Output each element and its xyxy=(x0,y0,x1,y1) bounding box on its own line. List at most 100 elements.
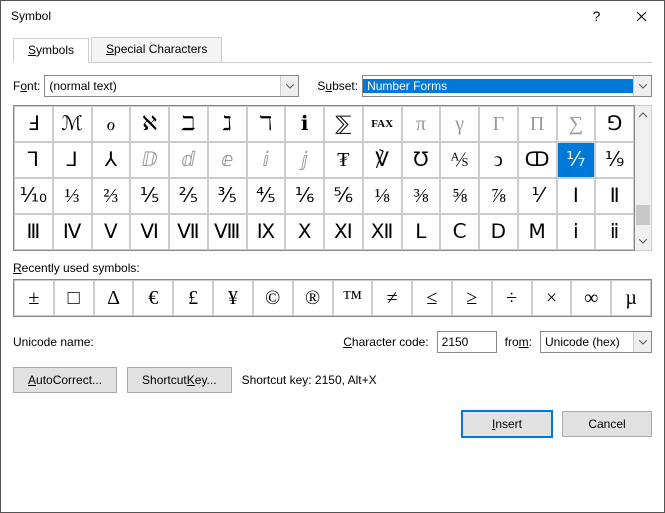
symbol-cell[interactable]: ⅂ xyxy=(14,142,53,178)
insert-button[interactable]: Insert xyxy=(462,411,552,437)
recent-cell[interactable]: ® xyxy=(293,280,333,316)
charcode-input[interactable]: 2150 xyxy=(437,331,497,353)
symbol-cell[interactable]: Ⅶ xyxy=(169,214,208,250)
font-combo[interactable]: (normal text) xyxy=(44,75,299,97)
scroll-track[interactable] xyxy=(635,123,651,233)
symbol-cell[interactable]: ⅀ xyxy=(324,106,363,142)
recent-cell[interactable]: £ xyxy=(173,280,213,316)
symbol-cell[interactable]: ℹ xyxy=(285,106,324,142)
recent-cell[interactable]: ÷ xyxy=(492,280,532,316)
symbol-cell[interactable]: ⅖ xyxy=(169,178,208,214)
symbol-cell[interactable]: ⅐ xyxy=(557,142,596,178)
symbol-cell[interactable]: Γ xyxy=(479,106,518,142)
cancel-button[interactable]: Cancel xyxy=(562,411,652,437)
recent-cell[interactable]: © xyxy=(253,280,293,316)
shortcut-key-button[interactable]: Shortcut Key... xyxy=(127,367,232,393)
symbol-cell[interactable]: ⅗ xyxy=(208,178,247,214)
recent-grid[interactable]: ±□Δ€£¥©®™≠≤≥÷×∞µ xyxy=(13,279,652,317)
symbol-cell[interactable]: Ⅲ xyxy=(14,214,53,250)
from-combo[interactable]: Unicode (hex) xyxy=(540,331,652,353)
close-button[interactable] xyxy=(619,1,664,31)
symbol-cell[interactable]: ⅉ xyxy=(285,142,324,178)
scroll-up-icon[interactable] xyxy=(635,106,651,123)
symbol-cell[interactable]: Ⅻ xyxy=(363,214,402,250)
symbol-cell[interactable]: Ⅸ xyxy=(247,214,286,250)
symbol-cell[interactable]: ⅔ xyxy=(92,178,131,214)
symbol-cell[interactable]: ⅄ xyxy=(92,142,131,178)
symbol-cell[interactable]: Ⅳ xyxy=(53,214,92,250)
symbol-cell[interactable]: ⅁ xyxy=(595,106,634,142)
symbol-cell[interactable]: ⅞ xyxy=(479,178,518,214)
symbol-cell[interactable]: ⅇ xyxy=(208,142,247,178)
symbol-cell[interactable]: ⅒ xyxy=(14,178,53,214)
recent-cell[interactable]: ≠ xyxy=(372,280,412,316)
symbol-cell[interactable]: ⅛ xyxy=(363,178,402,214)
symbol-cell[interactable]: ∑ xyxy=(557,106,596,142)
symbol-cell[interactable]: ⅟ xyxy=(518,178,557,214)
tab-symbols[interactable]: Symbols xyxy=(13,38,89,63)
recent-cell[interactable]: ≥ xyxy=(452,280,492,316)
symbol-cell[interactable]: Ⅽ xyxy=(440,214,479,250)
symbol-cell[interactable]: π xyxy=(402,106,441,142)
symbol-cell[interactable]: Ⅰ xyxy=(557,178,596,214)
symbol-cell[interactable]: Ⅴ xyxy=(92,214,131,250)
symbol-cell[interactable]: Ⅱ xyxy=(595,178,634,214)
symbol-cell[interactable]: ↀ xyxy=(518,142,557,178)
recent-cell[interactable]: Δ xyxy=(94,280,134,316)
symbol-cell[interactable]: FAX xyxy=(363,106,402,142)
title-bar: Symbol ? xyxy=(1,1,664,31)
symbol-cell[interactable]: ⅓ xyxy=(53,178,92,214)
recent-cell[interactable]: ± xyxy=(14,280,54,316)
recent-cell[interactable]: ≤ xyxy=(412,280,452,316)
symbol-cell[interactable]: ↄ xyxy=(479,142,518,178)
help-button[interactable]: ? xyxy=(574,1,619,31)
subset-combo[interactable]: Number Forms xyxy=(362,75,652,97)
recent-cell[interactable]: ™ xyxy=(333,280,373,316)
symbol-cell[interactable]: ⅝ xyxy=(440,178,479,214)
recent-cell[interactable]: ¥ xyxy=(213,280,253,316)
symbol-cell[interactable]: ℳ xyxy=(53,106,92,142)
scroll-thumb[interactable] xyxy=(636,205,650,225)
symbol-cell[interactable]: ⅅ xyxy=(130,142,169,178)
recent-cell[interactable]: □ xyxy=(54,280,94,316)
recent-cell[interactable]: µ xyxy=(611,280,651,316)
symbol-cell[interactable]: Ⅹ xyxy=(285,214,324,250)
symbol-cell[interactable]: Π xyxy=(518,106,557,142)
symbol-cell[interactable]: Ⅺ xyxy=(324,214,363,250)
symbol-cell[interactable]: ⅰ xyxy=(557,214,596,250)
symbol-cell[interactable]: ⅜ xyxy=(402,178,441,214)
symbol-cell[interactable]: ⅍ xyxy=(440,142,479,178)
symbol-cell[interactable]: Ⅿ xyxy=(518,214,557,250)
symbol-cell[interactable]: ℶ xyxy=(169,106,208,142)
symbol-cell[interactable]: ℵ xyxy=(130,106,169,142)
symbol-cell[interactable]: Ⅷ xyxy=(208,214,247,250)
symbol-cell[interactable]: Ⅼ xyxy=(402,214,441,250)
symbol-cell[interactable]: ⅚ xyxy=(324,178,363,214)
symbol-cell[interactable]: ℷ xyxy=(208,106,247,142)
symbol-cell[interactable]: ⅑ xyxy=(595,142,634,178)
symbol-cell[interactable]: Ⅎ xyxy=(14,106,53,142)
symbol-cell[interactable]: ℧ xyxy=(402,142,441,178)
autocorrect-button[interactable]: AutoCorrect... xyxy=(13,367,117,393)
symbol-cell[interactable]: ⅱ xyxy=(595,214,634,250)
grid-scrollbar[interactable] xyxy=(635,105,652,251)
tab-special-characters[interactable]: Special Characters xyxy=(91,37,222,62)
symbol-cell[interactable]: ℣ xyxy=(363,142,402,178)
symbol-cell[interactable]: ⅕ xyxy=(130,178,169,214)
scroll-down-icon[interactable] xyxy=(635,233,651,250)
symbol-grid[interactable]: Ⅎℳℴℵℶℷℸℹ⅀FAXπγΓΠ∑⅁ ⅂⅃⅄ⅅⅆⅇⅈⅉ₮℣℧⅍ↄↀ⅐⅑ ⅒⅓⅔⅕⅖⅗… xyxy=(13,105,635,251)
symbol-cell[interactable]: ℴ xyxy=(92,106,131,142)
recent-cell[interactable]: € xyxy=(133,280,173,316)
symbol-cell[interactable]: ⅘ xyxy=(247,178,286,214)
symbol-cell[interactable]: ⅙ xyxy=(285,178,324,214)
symbol-cell[interactable]: Ⅾ xyxy=(479,214,518,250)
symbol-cell[interactable]: ⅃ xyxy=(53,142,92,178)
symbol-cell[interactable]: ⅈ xyxy=(247,142,286,178)
symbol-cell[interactable]: ⅆ xyxy=(169,142,208,178)
symbol-cell[interactable]: Ⅵ xyxy=(130,214,169,250)
recent-cell[interactable]: × xyxy=(532,280,572,316)
symbol-cell[interactable]: γ xyxy=(440,106,479,142)
symbol-cell[interactable]: ℸ xyxy=(247,106,286,142)
symbol-cell[interactable]: ₮ xyxy=(324,142,363,178)
recent-cell[interactable]: ∞ xyxy=(571,280,611,316)
